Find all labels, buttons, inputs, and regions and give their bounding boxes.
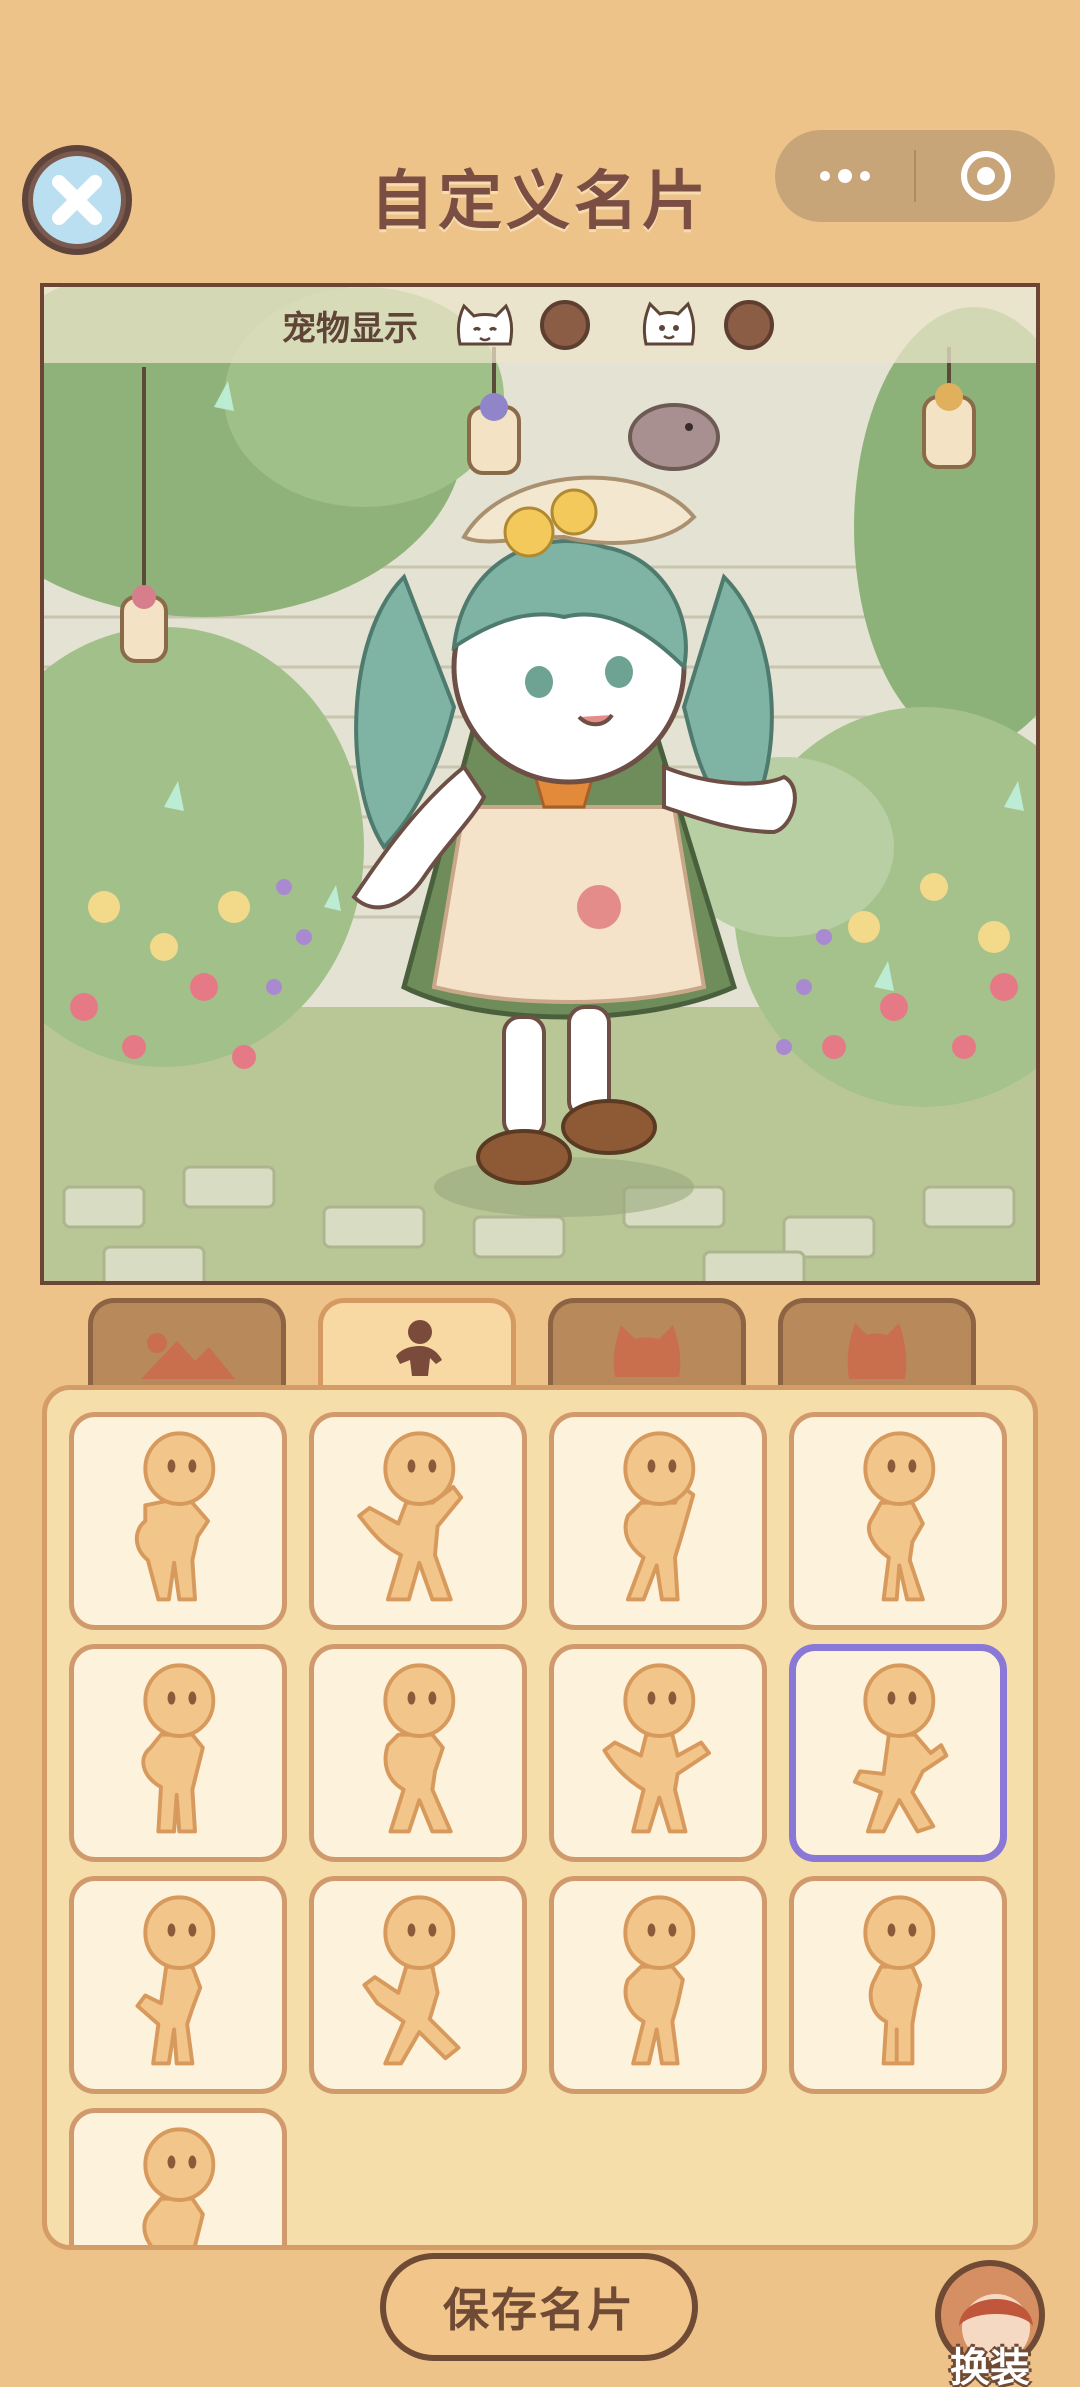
pose-figure-icon (602, 1663, 711, 1834)
tab-background[interactable] (88, 1298, 286, 1398)
pose-panel (42, 1385, 1038, 2250)
pet-display-bar: 宠物显示 (44, 287, 1036, 363)
cat-face-icon (456, 303, 514, 346)
tab-pet[interactable] (778, 1298, 976, 1398)
pose-option-11[interactable] (549, 1876, 767, 2094)
pet-icon (847, 1322, 907, 1379)
pose-figure-icon (383, 1663, 456, 1834)
pose-figure-icon (357, 1431, 464, 1602)
pet-toggle-1[interactable] (540, 300, 590, 350)
mini-program-capsule (775, 130, 1055, 222)
pose-option-7[interactable] (549, 1644, 767, 1862)
pose-figure-icon (362, 1895, 461, 2066)
target-icon (960, 151, 1011, 201)
more-button[interactable] (775, 130, 914, 222)
pose-option-3[interactable] (549, 1412, 767, 1630)
cat-icon (613, 1324, 681, 1377)
pet-display-label: 宠物显示 (282, 308, 418, 349)
pet-toggle-2[interactable] (724, 300, 774, 350)
pose-figure-icon (623, 1895, 696, 2066)
pose-option-13[interactable] (69, 2108, 287, 2245)
pose-figure-icon (623, 1431, 696, 1602)
pose-option-6[interactable] (309, 1644, 527, 1862)
pose-figure-icon (142, 2127, 216, 2245)
pose-figure-icon (135, 1895, 216, 2066)
pose-option-2[interactable] (309, 1412, 527, 1630)
dress-up-label: 换装 (950, 2345, 1030, 2387)
card-preview-scene: 宠物显示 (40, 283, 1040, 1285)
more-dots-icon (819, 169, 870, 183)
pose-icon (396, 1319, 442, 1376)
pose-grid (69, 1412, 1029, 2245)
pose-option-8[interactable] (789, 1644, 1007, 1862)
save-card-button[interactable]: 保存名片 (380, 2253, 698, 2361)
exit-mini-program-button[interactable] (916, 130, 1055, 222)
tab-cat[interactable] (548, 1298, 746, 1398)
pose-figure-icon (141, 1663, 216, 1834)
pose-option-10[interactable] (309, 1876, 527, 2094)
cat-face-icon (642, 301, 696, 346)
pose-figure-icon (863, 1895, 936, 2066)
garden-background-illustration (44, 287, 1036, 1281)
scene-icon (141, 1332, 235, 1379)
pose-option-5[interactable] (69, 1644, 287, 1862)
category-tabs (88, 1298, 988, 1398)
pose-option-12[interactable] (789, 1876, 1007, 2094)
pose-option-9[interactable] (69, 1876, 287, 2094)
pose-option-4[interactable] (789, 1412, 1007, 1630)
pose-figure-icon (134, 1431, 216, 1602)
pose-option-1[interactable] (69, 1412, 287, 1630)
pose-figure-icon (852, 1663, 949, 1834)
pose-figure-icon (863, 1431, 936, 1602)
tab-pose[interactable] (318, 1298, 516, 1398)
